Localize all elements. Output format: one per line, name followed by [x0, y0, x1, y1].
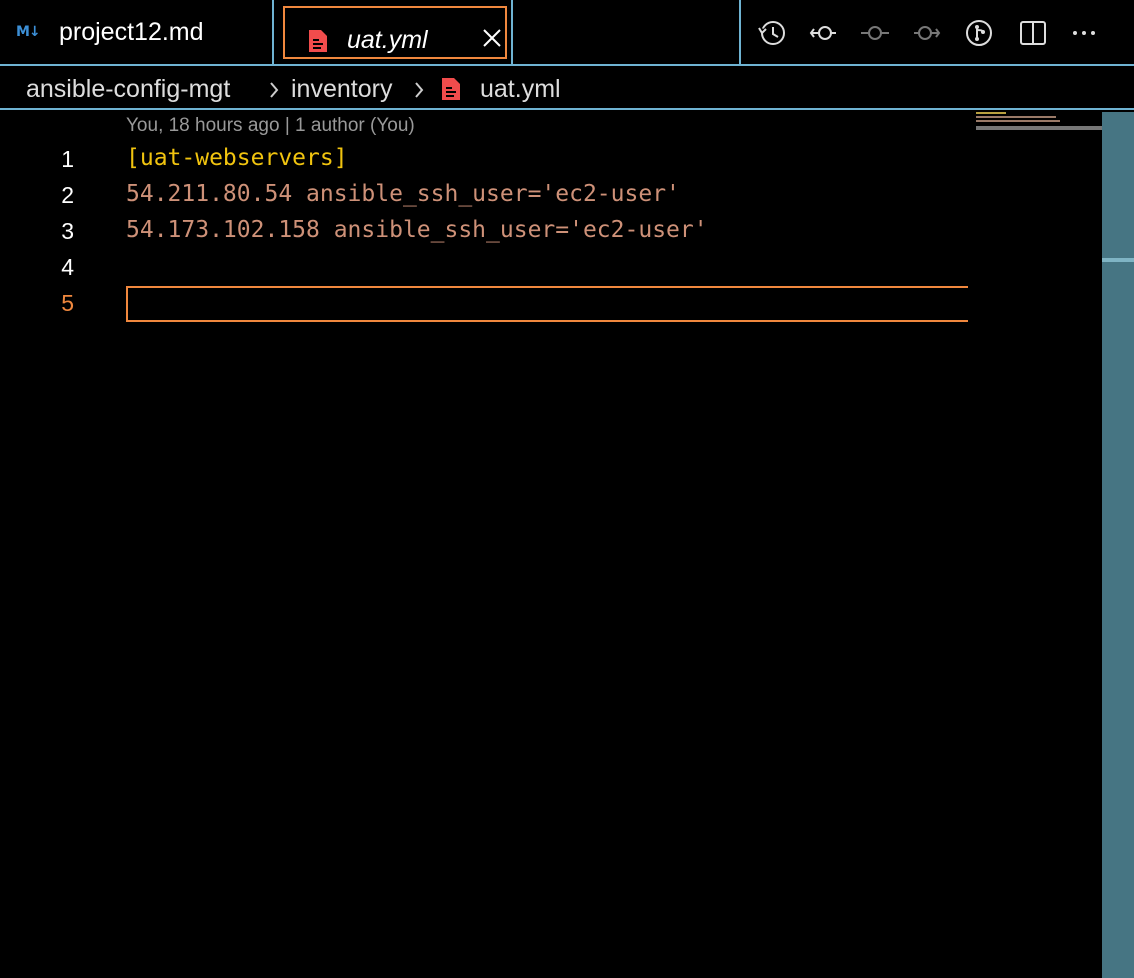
yaml-file-icon: [309, 30, 327, 52]
code-editor[interactable]: You, 18 hours ago | 1 author (You) 1 [ua…: [0, 110, 968, 978]
yaml-file-icon: [442, 78, 460, 100]
split-editor-icon[interactable]: [1018, 18, 1048, 48]
code-line[interactable]: 4: [0, 250, 968, 286]
line-number: 2: [61, 182, 74, 208]
code-line[interactable]: 2 54.211.80.54 ansible_ssh_user='ec2-use…: [0, 178, 968, 214]
scrollbar-cursor-marker: [1102, 258, 1134, 262]
vertical-scrollbar[interactable]: [1102, 112, 1134, 978]
code-line[interactable]: 1 [uat-webservers]: [0, 142, 968, 178]
code-text: 54.211.80.54 ansible_ssh_user='ec2-user': [126, 181, 680, 207]
tab-project12-md[interactable]: M↓ project12.md: [0, 0, 274, 64]
commit-icon[interactable]: [860, 18, 890, 48]
breadcrumb-folder-ansible-config-mgt[interactable]: ansible-config-mgt: [26, 75, 230, 104]
source-control-graph-icon[interactable]: [964, 18, 994, 48]
line-number: 5: [61, 290, 74, 316]
actions-separator: [739, 0, 741, 64]
tab-label: project12.md: [59, 18, 204, 46]
markdown-icon: M↓: [16, 24, 41, 40]
breadcrumb: ansible-config-mgt inventory uat.yml: [0, 66, 1134, 110]
active-tab-outline: uat.yml: [283, 6, 507, 59]
more-actions-icon[interactable]: [1069, 18, 1099, 48]
code-line[interactable]: 3 54.173.102.158 ansible_ssh_user='ec2-u…: [0, 214, 968, 250]
minimap-line: [976, 112, 1006, 114]
minimap[interactable]: [972, 110, 1102, 978]
current-line-highlight: [126, 286, 968, 322]
breadcrumb-folder-inventory[interactable]: inventory: [291, 75, 392, 104]
code-text: 54.173.102.158 ansible_ssh_user='ec2-use…: [126, 217, 708, 243]
tab-label: uat.yml: [347, 26, 428, 54]
breadcrumb-file-uat-yml[interactable]: uat.yml: [480, 75, 561, 104]
minimap-line: [976, 120, 1060, 122]
close-icon[interactable]: [481, 27, 503, 49]
chevron-right-icon: [270, 82, 279, 98]
history-icon[interactable]: [757, 18, 787, 48]
line-number: 4: [61, 254, 74, 280]
minimap-viewport[interactable]: [976, 126, 1102, 130]
code-text: [uat-webservers]: [126, 145, 348, 171]
line-number: 1: [61, 146, 74, 172]
chevron-right-icon: [415, 82, 424, 98]
next-change-icon[interactable]: [912, 18, 942, 48]
tab-bar: M↓ project12.md uat.yml: [0, 0, 1134, 66]
previous-change-icon[interactable]: [808, 18, 838, 48]
git-blame-annotation[interactable]: You, 18 hours ago | 1 author (You): [126, 115, 415, 137]
tab-uat-yml[interactable]: uat.yml: [276, 0, 513, 64]
line-number: 3: [61, 218, 74, 244]
minimap-line: [976, 116, 1056, 118]
